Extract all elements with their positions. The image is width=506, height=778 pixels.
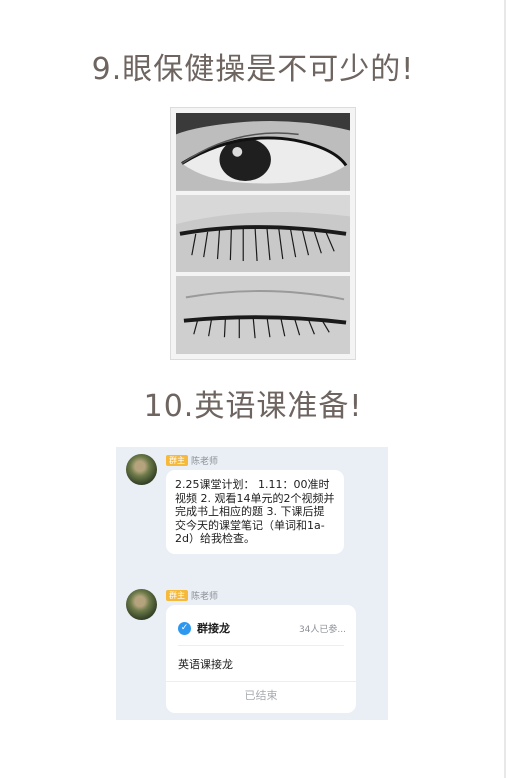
owner-badge: 群主 — [166, 590, 188, 601]
eye-open-photo — [176, 113, 350, 191]
relay-card-count: 34人已参... — [298, 624, 346, 635]
sender-line: 群主 陈老师 — [166, 589, 218, 602]
owner-badge: 群主 — [166, 455, 188, 466]
relay-card-body: 英语课接龙 — [178, 658, 233, 671]
sender-name: 陈老师 — [191, 457, 219, 467]
relay-card[interactable]: ✓ 群接龙 34人已参... 英语课接龙 已结束 — [166, 605, 356, 713]
heading-eye-exercise: 9.眼保健操是不可少的! — [91, 52, 415, 87]
chat-screenshot: 群主 陈老师 2.25课堂计划： 1.11：00准时视频 2. 观看14单元的2… — [116, 447, 388, 720]
divider — [178, 645, 344, 646]
eye-half-closed-photo — [176, 194, 350, 273]
relay-card-status: 已结束 — [244, 689, 278, 702]
avatar[interactable] — [126, 454, 157, 485]
sender-line: 群主 陈老师 — [166, 454, 218, 467]
eye-photo-collage — [170, 107, 356, 360]
relay-card-title: 群接龙 — [197, 622, 230, 635]
eye-closed-photo — [176, 276, 350, 355]
message-bubble[interactable]: 2.25课堂计划： 1.11：00准时视频 2. 观看14单元的2个视频并完成书… — [166, 470, 344, 554]
sender-name: 陈老师 — [191, 592, 219, 602]
check-circle-icon: ✓ — [178, 621, 191, 635]
avatar[interactable] — [126, 589, 157, 620]
heading-english-prep: 10.英语课准备! — [143, 389, 363, 424]
relay-card-header: ✓ 群接龙 34人已参... — [178, 620, 346, 636]
divider — [166, 681, 356, 682]
